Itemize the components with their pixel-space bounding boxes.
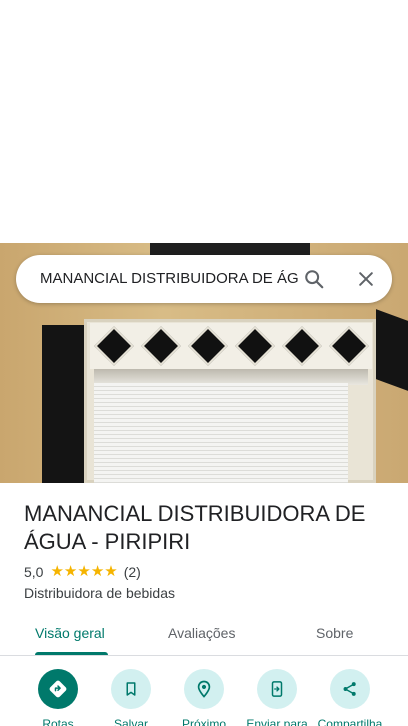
nearby-circle [184,669,224,709]
search-bar[interactable]: MANANCIAL DISTRIBUIDORA DE ÁG [16,255,392,303]
star-icon: ★ [77,563,91,580]
rating-stars: ★ ★ ★ ★ ★ [50,563,117,581]
place-category: Distribuidora de bebidas [24,585,175,601]
photo-window-diamond [328,326,369,366]
place-title: MANANCIAL DISTRIBUIDORA DE ÁGUA - PIRIPI… [24,501,366,554]
share-label: Compartilha [317,717,383,726]
tab-bar: Visão geral Avaliações Sobre [0,614,408,656]
close-button[interactable] [352,265,380,293]
rating-row[interactable]: 5,0 ★ ★ ★ ★ ★ (2) [24,563,141,581]
directions-circle [38,669,78,709]
close-icon [359,272,373,286]
photo-column-right [376,309,408,391]
reviews-count[interactable]: (2) [124,564,141,580]
send-to-phone-circle [257,669,297,709]
save-circle [111,669,151,709]
star-icon: ★ [104,563,118,580]
share-button[interactable]: Compartilha [315,669,385,726]
photo-door-windows [90,323,372,369]
nearby-button[interactable]: Próximo [169,669,239,726]
star-icon: ★ [63,563,78,580]
send-to-phone-button[interactable]: Enviar para [242,669,312,726]
rating-value: 5,0 [24,564,44,580]
tab-about[interactable]: Sobre [316,624,353,642]
send-to-phone-icon [271,681,283,697]
bookmark-icon [126,682,136,696]
directions-button[interactable]: Rotas [23,669,93,726]
tab-active-indicator [35,652,108,655]
save-button[interactable]: Salvar [96,669,166,726]
photo-window-diamond [93,326,134,366]
star-icon: ★ [90,563,105,580]
search-button[interactable] [300,265,328,293]
photo-rolling-shutter [94,383,348,483]
tab-reviews[interactable]: Avaliações [168,624,235,642]
tab-overview[interactable]: Visão geral [35,624,105,642]
directions-icon [49,680,67,698]
photo-window-diamond [234,326,275,366]
search-icon [305,270,324,289]
photo-window-diamond [187,326,228,366]
photo-column-left [42,325,84,483]
photo-window-diamond [281,326,322,366]
star-icon: ★ [50,563,64,580]
photo-window-diamond [140,326,181,366]
map-blank-area [0,0,408,243]
share-icon [343,682,356,696]
nearby-icon [197,680,211,698]
share-circle [330,669,370,709]
search-input[interactable]: MANANCIAL DISTRIBUIDORA DE ÁG [40,269,304,289]
